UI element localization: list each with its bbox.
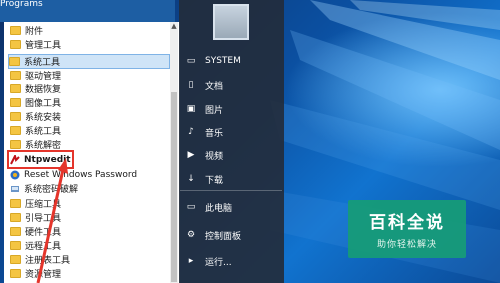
program-item[interactable]: 系统密码破解 — [10, 182, 78, 195]
folder-icon — [10, 227, 21, 236]
folder-icon — [10, 112, 21, 121]
program-item-label: 资源管理 — [25, 270, 62, 280]
watermark-subtitle: 助你轻松解决 — [376, 240, 437, 250]
right-menu-item[interactable]: ▣ 图片 — [185, 100, 223, 118]
program-item[interactable]: 压缩工具 — [10, 197, 61, 210]
right-menu-item[interactable]: ▸ 运行... — [185, 252, 232, 270]
start-menu-programs-panel: 附件 管理工具 系统工具 驱动管理 数据恢复 图像工具 系统安装 系统工具 系统解密 Ntpwed… — [4, 22, 180, 283]
program-item[interactable]: 管理工具 — [10, 38, 61, 51]
folder-icon — [10, 126, 21, 135]
folder-icon — [10, 213, 21, 222]
folder-icon — [10, 199, 21, 208]
folder-icon — [10, 40, 21, 49]
programs-scrollbar[interactable]: ▲ — [170, 22, 178, 283]
computer-icon: ▭ — [186, 202, 196, 212]
right-menu-item[interactable]: ▯ 文档 — [185, 76, 224, 94]
program-item-label: 系统解密 — [25, 141, 62, 151]
folder-icon — [10, 241, 21, 250]
control-panel-icon: ⚙ — [186, 230, 196, 240]
program-item-label: 注册表工具 — [25, 256, 71, 266]
program-item-label: 压缩工具 — [25, 200, 62, 210]
user-avatar[interactable] — [213, 4, 249, 40]
programs-header: Programs — [0, 0, 175, 22]
folder-icon — [10, 26, 21, 35]
right-menu-item[interactable]: ♪ 音乐 — [185, 123, 223, 141]
program-item[interactable]: 数据恢复 — [10, 82, 61, 95]
program-item-label: 图像工具 — [25, 99, 62, 109]
folder-icon — [10, 84, 21, 93]
program-item-label: 引导工具 — [25, 214, 62, 224]
programs-label: Programs — [0, 0, 43, 9]
scroll-thumb[interactable] — [171, 92, 177, 282]
program-item-label: Ntpwedit — [24, 154, 71, 165]
right-menu-item-label: 控制面板 — [205, 231, 242, 242]
program-item[interactable]: 附件 — [10, 24, 43, 37]
user-icon: ▭ — [186, 56, 196, 66]
program-item[interactable]: 硬件工具 — [10, 225, 61, 238]
program-item[interactable]: 系统安装 — [10, 110, 61, 123]
program-item[interactable]: 远程工具 — [10, 239, 61, 252]
right-menu-item[interactable]: ⚙ 控制面板 — [185, 226, 241, 244]
folder-icon — [10, 269, 21, 278]
scroll-up-arrow-icon[interactable]: ▲ — [170, 22, 178, 30]
app-icon — [10, 170, 20, 179]
right-menu-item-label: 音乐 — [205, 128, 224, 139]
right-menu-divider — [180, 190, 282, 191]
app-icon — [10, 154, 20, 164]
music-icon: ♪ — [188, 127, 194, 137]
program-item-label: 系统密码破解 — [24, 185, 79, 195]
document-icon: ▯ — [188, 80, 194, 90]
program-item[interactable]: 资源管理 — [10, 267, 61, 280]
program-item-label: 驱动管理 — [25, 72, 62, 82]
right-menu-item-label: 运行... — [205, 257, 232, 268]
program-item[interactable]: 注册表工具 — [10, 253, 70, 266]
video-icon: ▶ — [187, 150, 195, 160]
program-item[interactable]: 系统工具 — [8, 54, 170, 69]
right-menu-item[interactable]: ▭ SYSTEM — [185, 52, 241, 70]
right-menu-item-label: 文档 — [205, 81, 224, 92]
watermark-logo: 百科全说 助你轻松解决 — [348, 200, 466, 258]
folder-icon — [10, 255, 21, 264]
folder-icon — [10, 71, 21, 80]
program-item[interactable]: 图像工具 — [10, 96, 61, 109]
right-menu-item-label: 此电脑 — [205, 203, 233, 214]
folder-icon — [10, 140, 21, 149]
program-item[interactable]: 系统解密 — [10, 138, 61, 151]
picture-icon: ▣ — [186, 104, 196, 114]
program-item-label: Reset Windows Password — [24, 169, 138, 180]
right-menu-item[interactable]: ↓ 下载 — [185, 170, 223, 188]
right-menu-item-label: SYSTEM — [205, 56, 241, 66]
watermark-title: 百科全说 — [369, 213, 445, 233]
program-item-label: 远程工具 — [25, 242, 62, 252]
right-menu-item-label: 图片 — [205, 105, 224, 116]
download-icon: ↓ — [187, 174, 195, 184]
program-item[interactable]: 驱动管理 — [10, 69, 61, 82]
right-menu-item[interactable]: ▶ 视频 — [185, 146, 223, 164]
run-icon: ▸ — [188, 256, 194, 266]
program-item-label: 系统安装 — [25, 113, 62, 123]
right-menu-item-label: 视频 — [205, 151, 224, 162]
folder-icon — [10, 98, 21, 107]
program-item-label: 系统工具 — [24, 58, 61, 68]
app-icon — [11, 185, 19, 192]
right-menu-item[interactable]: ▭ 此电脑 — [185, 198, 232, 216]
program-item-label: 附件 — [25, 27, 44, 37]
folder-icon — [9, 57, 20, 66]
program-item[interactable]: Reset Windows Password — [10, 168, 137, 181]
program-item-label: 系统工具 — [25, 127, 62, 137]
program-item-label: 硬件工具 — [25, 228, 62, 238]
program-item-label: 数据恢复 — [25, 85, 62, 95]
program-item-label: 管理工具 — [25, 41, 62, 51]
program-item[interactable]: 引导工具 — [10, 211, 61, 224]
program-item[interactable]: Ntpwedit — [7, 150, 74, 169]
right-menu-item-label: 下载 — [205, 175, 224, 186]
program-item[interactable]: 系统工具 — [10, 124, 61, 137]
